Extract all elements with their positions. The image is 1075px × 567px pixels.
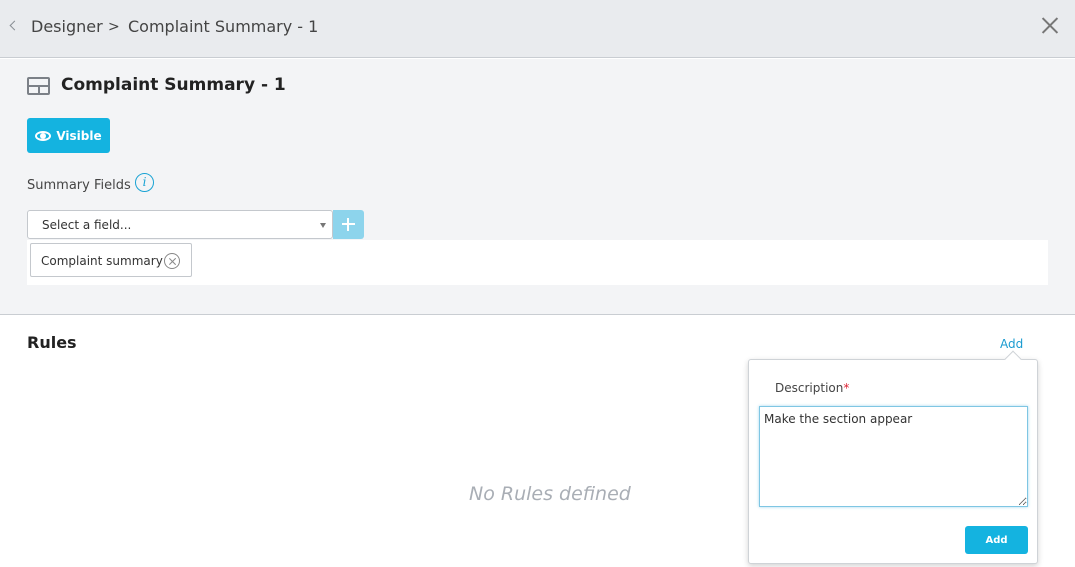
close-icon[interactable] xyxy=(1041,16,1059,34)
summary-fields-label: Summary Fields xyxy=(27,178,131,193)
description-label-text: Description xyxy=(775,381,844,395)
popover-arrow xyxy=(1004,350,1022,368)
field-select-value: Select a field... xyxy=(42,218,132,232)
section-properties-panel: Complaint Summary - 1 Visible Summary Fi… xyxy=(0,59,1075,315)
add-rule-link[interactable]: Add xyxy=(1000,337,1023,351)
required-marker: * xyxy=(843,381,850,395)
info-icon[interactable]: i xyxy=(135,173,154,192)
description-textarea[interactable]: Make the section appear xyxy=(759,406,1028,507)
breadcrumb-separator: > xyxy=(108,19,120,35)
field-tag: Complaint summary xyxy=(30,243,192,277)
description-label: Description* xyxy=(775,381,849,395)
add-field-button[interactable] xyxy=(333,210,364,239)
circle-x-icon[interactable] xyxy=(164,253,180,269)
rules-title: Rules xyxy=(27,333,77,352)
add-rule-popover: Description* Make the section appear Add xyxy=(748,350,1038,564)
popover-add-button[interactable]: Add xyxy=(965,526,1028,554)
caret-down-icon xyxy=(320,223,326,228)
breadcrumb-designer[interactable]: Designer xyxy=(31,17,103,36)
chevron-left-icon[interactable] xyxy=(9,20,20,31)
field-select-dropdown[interactable]: Select a field... xyxy=(27,210,333,239)
section-title: Complaint Summary - 1 xyxy=(61,75,286,95)
visible-button-label: Visible xyxy=(56,128,102,143)
breadcrumb-current: Complaint Summary - 1 xyxy=(128,17,319,36)
selected-fields-area: Complaint summary xyxy=(27,240,1048,285)
section-layout-icon xyxy=(27,77,50,95)
visible-toggle-button[interactable]: Visible xyxy=(27,118,110,153)
plus-icon xyxy=(342,218,355,231)
top-bar: Designer > Complaint Summary - 1 xyxy=(0,0,1075,58)
field-tag-label: Complaint summary xyxy=(41,254,163,268)
no-rules-message: No Rules defined xyxy=(469,483,631,505)
eye-icon xyxy=(35,130,52,141)
